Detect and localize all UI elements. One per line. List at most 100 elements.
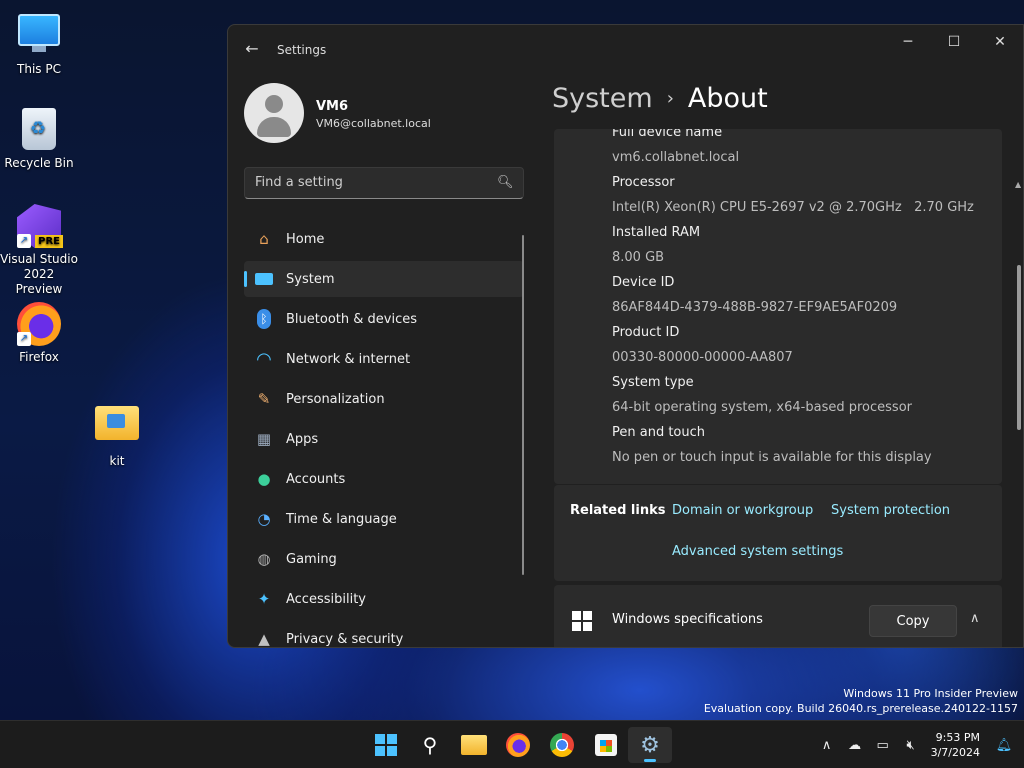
- windows-specifications-card[interactable]: Windows specifications Copy ∧: [554, 585, 1002, 647]
- nav-item-bluetooth[interactable]: ᛒ Bluetooth & devices: [244, 301, 524, 337]
- spec-label: System type: [612, 375, 694, 390]
- watermark-line1: Windows 11 Pro Insider Preview: [843, 687, 1018, 700]
- desktop-icon-visual-studio[interactable]: PRE ↗ Visual Studio 2022 Preview: [0, 204, 78, 297]
- taskbar-settings[interactable]: ⚙: [628, 727, 672, 763]
- close-icon: ✕: [994, 34, 1006, 50]
- taskbar-search-button[interactable]: ⚲: [408, 727, 452, 763]
- store-icon: [595, 734, 617, 756]
- scroll-up-arrow-icon[interactable]: ▲: [1015, 180, 1021, 189]
- start-button[interactable]: [364, 727, 408, 763]
- copy-button[interactable]: Copy: [869, 605, 957, 637]
- taskbar-chrome[interactable]: [540, 727, 584, 763]
- network-icon[interactable]: ▭: [869, 738, 897, 753]
- chevron-right-icon: ›: [666, 88, 674, 109]
- brush-icon: ✎: [257, 390, 271, 408]
- volume-muted-icon[interactable]: 🔇︎: [897, 738, 925, 753]
- nav-item-label: Network & internet: [286, 351, 411, 367]
- nav-item-network[interactable]: ◠ Network & internet: [244, 341, 524, 377]
- desktop-icon-label: Visual Studio 2022 Preview: [0, 252, 78, 297]
- content-scrollbar[interactable]: ▲ ▼: [1015, 180, 1023, 647]
- wifi-icon: ◠: [256, 348, 272, 370]
- spec-label: Processor: [612, 175, 675, 190]
- desktop-icon-recycle-bin[interactable]: Recycle Bin: [0, 108, 78, 171]
- settings-icon: ⚙: [640, 732, 660, 758]
- search-box[interactable]: 🔍︎: [244, 167, 524, 199]
- content-pane: System › About Full device name vm6.coll…: [538, 75, 1023, 647]
- nav-item-privacy-security[interactable]: ▲ Privacy & security: [244, 621, 524, 647]
- start-icon: [375, 734, 397, 756]
- spec-value[interactable]: Intel(R) Xeon(R) CPU E5-2697 v2 @ 2.70GH…: [612, 200, 974, 215]
- spec-product-id: Product ID 00330-80000-00000-AA807: [612, 325, 793, 365]
- clock-time: 9:53 PM: [935, 731, 980, 744]
- taskbar-store[interactable]: [584, 727, 628, 763]
- window-controls: ─ ☐ ✕: [885, 25, 1023, 59]
- evaluation-watermark: Windows 11 Pro Insider Preview Evaluatio…: [704, 686, 1018, 716]
- windows-specifications-title: Windows specifications: [612, 612, 763, 627]
- nav-item-time-language[interactable]: ◔ Time & language: [244, 501, 524, 537]
- chrome-icon: [550, 733, 574, 757]
- desktop-icon-firefox[interactable]: ↗ Firefox: [0, 302, 78, 365]
- search-icon: ⚲: [422, 733, 438, 757]
- nav-item-label: Privacy & security: [286, 631, 404, 647]
- close-button[interactable]: ✕: [977, 25, 1023, 59]
- scrollbar-thumb[interactable]: [1017, 265, 1021, 430]
- device-specifications-card: Full device name vm6.collabnet.local Pro…: [554, 129, 1002, 484]
- nav-item-apps[interactable]: ▦ Apps: [244, 421, 524, 457]
- nav-item-label: Time & language: [286, 511, 397, 527]
- nav-item-accessibility[interactable]: ✦ Accessibility: [244, 581, 524, 617]
- chevron-up-icon[interactable]: ∧: [970, 611, 980, 626]
- desktop-icon-kit-folder[interactable]: kit: [78, 400, 156, 469]
- breadcrumb-parent[interactable]: System: [552, 83, 653, 114]
- clock-date: 3/7/2024: [930, 746, 980, 759]
- apps-icon: ▦: [256, 430, 272, 448]
- desktop-icon-this-pc[interactable]: This PC: [0, 10, 78, 77]
- search-input[interactable]: [245, 168, 485, 197]
- firefox-icon: [506, 733, 530, 757]
- shortcut-arrow-icon: ↗: [17, 234, 31, 248]
- onedrive-offline-icon[interactable]: ☁: [841, 738, 869, 753]
- spec-value[interactable]: vm6.collabnet.local: [612, 150, 739, 165]
- desktop-icon-label: Recycle Bin: [4, 156, 74, 170]
- chevron-up-icon[interactable]: ∧: [813, 738, 841, 753]
- gamepad-icon: ◍: [257, 550, 271, 568]
- search-icon[interactable]: 🔍︎: [497, 175, 514, 191]
- avatar[interactable]: [244, 83, 304, 143]
- maximize-icon: ☐: [947, 34, 961, 50]
- spec-value[interactable]: 64-bit operating system, x64-based proce…: [612, 400, 912, 415]
- system-icon: [254, 269, 274, 289]
- spec-value[interactable]: 8.00 GB: [612, 250, 700, 265]
- nav-item-personalization[interactable]: ✎ Personalization: [244, 381, 524, 417]
- breadcrumb: System › About: [552, 83, 768, 114]
- desktop-icon-label: kit: [109, 454, 125, 468]
- spec-value[interactable]: 00330-80000-00000-AA807: [612, 350, 793, 365]
- desktop-icon-label: Firefox: [19, 350, 59, 364]
- taskbar-clock[interactable]: 9:53 PM 3/7/2024: [931, 730, 980, 760]
- recycle-bin-icon: [17, 108, 61, 152]
- navigation-pane: VM6 VM6@collabnet.local 🔍︎ ⌂ Home System…: [228, 75, 538, 647]
- domain-or-workgroup-link[interactable]: Domain or workgroup: [672, 503, 813, 518]
- spec-system-type: System type 64-bit operating system, x64…: [612, 375, 912, 415]
- title-bar[interactable]: ← Settings ─ ☐ ✕: [228, 25, 1023, 75]
- nav-item-label: Home: [286, 231, 325, 247]
- page-title: About: [687, 83, 768, 114]
- nav-item-label: Accounts: [286, 471, 346, 487]
- bluetooth-icon: ᛒ: [254, 309, 274, 329]
- minimize-button[interactable]: ─: [885, 25, 931, 59]
- windows-logo-icon: [572, 611, 592, 631]
- nav-item-gaming[interactable]: ◍ Gaming: [244, 541, 524, 577]
- spec-pen-and-touch: Pen and touch No pen or touch input is a…: [612, 425, 932, 465]
- nav-scrollbar[interactable]: [522, 235, 524, 575]
- nav-item-accounts[interactable]: ● Accounts: [244, 461, 524, 497]
- maximize-button[interactable]: ☐: [931, 25, 977, 59]
- advanced-system-settings-link[interactable]: Advanced system settings: [672, 544, 843, 559]
- notification-bell-icon[interactable]: 🔔︎: [990, 738, 1018, 753]
- nav-item-home[interactable]: ⌂ Home: [244, 221, 524, 257]
- spec-value[interactable]: No pen or touch input is available for t…: [612, 450, 932, 465]
- system-protection-link[interactable]: System protection: [831, 503, 950, 518]
- taskbar-firefox[interactable]: [496, 727, 540, 763]
- back-button[interactable]: ←: [242, 39, 262, 59]
- taskbar-file-explorer[interactable]: [452, 727, 496, 763]
- spec-value[interactable]: 86AF844D-4379-488B-9827-EF9AE5AF0209: [612, 300, 897, 315]
- desktop-icon-label-line1: Visual Studio: [0, 252, 78, 266]
- nav-item-system[interactable]: System: [244, 261, 524, 297]
